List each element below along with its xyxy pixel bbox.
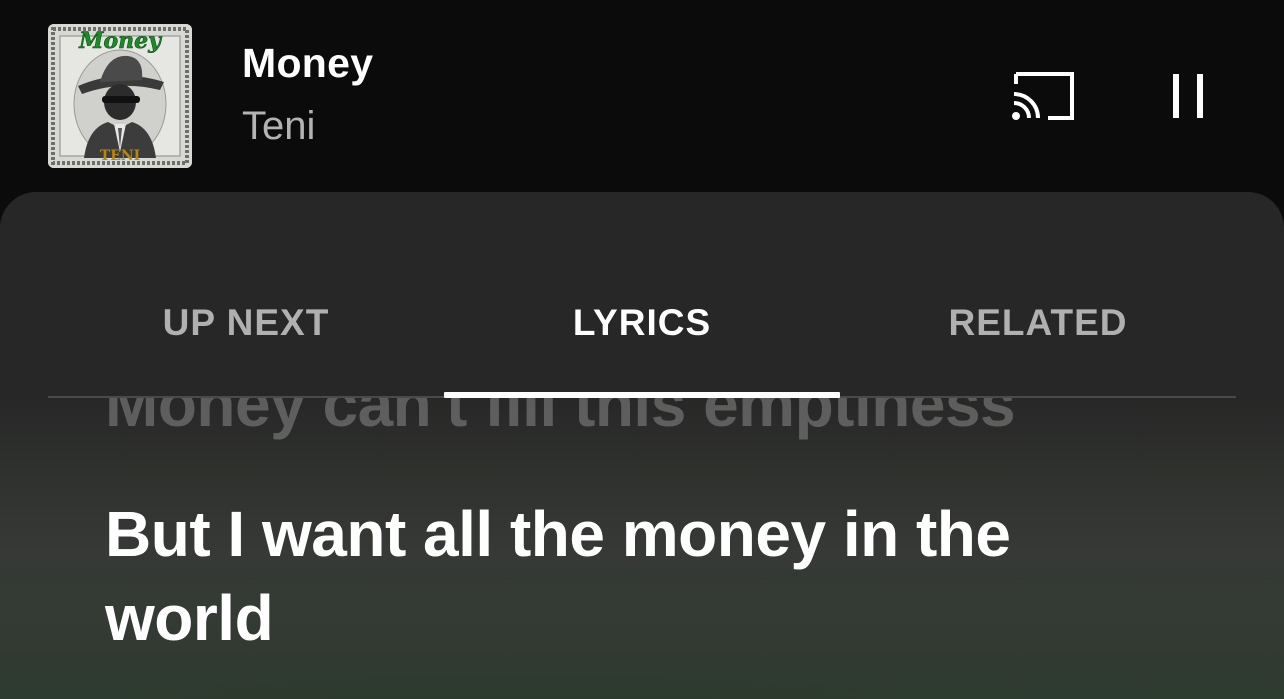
- lyrics-current-line[interactable]: But I want all the money in the world: [105, 492, 1165, 660]
- album-art-title-text: Money: [78, 28, 163, 54]
- pause-icon-bar: [1197, 74, 1203, 118]
- tab-lyrics[interactable]: LYRICS: [444, 302, 840, 344]
- album-art-artist-text: TENI: [100, 148, 140, 164]
- cast-button[interactable]: [1010, 70, 1078, 124]
- cast-icon: [1012, 72, 1074, 120]
- tab-related[interactable]: RELATED: [840, 302, 1236, 344]
- album-art[interactable]: Money TENI: [48, 24, 192, 168]
- pause-icon: [1173, 74, 1179, 118]
- lyrics-previous-line[interactable]: Money can't fill this emptiness: [105, 398, 1016, 436]
- album-art-image: Money TENI: [48, 24, 192, 168]
- mini-player[interactable]: Money TENI Money Teni: [0, 0, 1284, 192]
- lyrics-previous-line-container: Money can't fill this emptiness: [0, 398, 1284, 458]
- track-title[interactable]: Money: [242, 40, 373, 87]
- player-sheet: UP NEXT LYRICS RELATED Money can't fill …: [0, 192, 1284, 699]
- tab-bar: UP NEXT LYRICS RELATED: [48, 192, 1236, 398]
- pause-button[interactable]: [1168, 74, 1208, 118]
- tab-up-next[interactable]: UP NEXT: [48, 302, 444, 344]
- track-artist[interactable]: Teni: [242, 104, 315, 149]
